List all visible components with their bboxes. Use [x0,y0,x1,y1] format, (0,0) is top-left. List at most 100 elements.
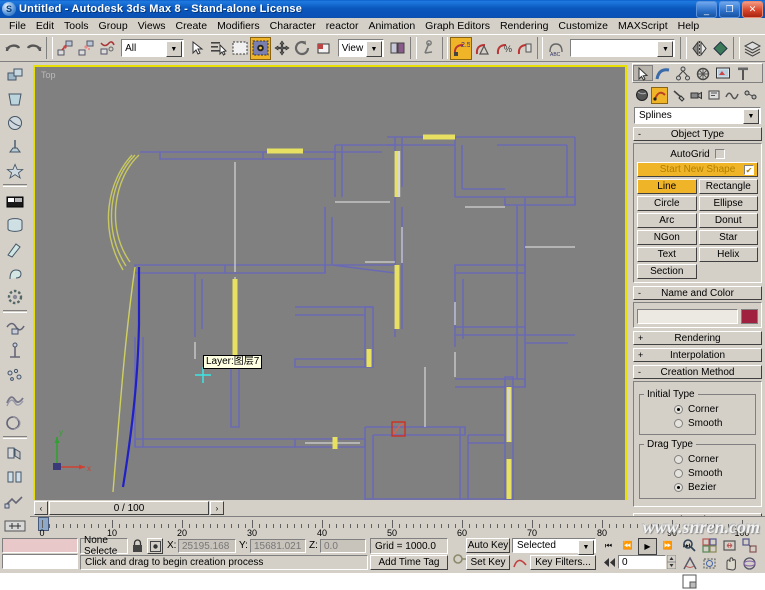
interpolation-rollout-header[interactable]: + Interpolation [633,348,762,362]
menu-item-modifiers[interactable]: Modifiers [212,19,265,33]
measure-icon[interactable] [2,489,28,512]
chevron-down-icon[interactable]: ▼ [578,540,594,555]
radio-indicator[interactable] [674,418,683,428]
shapes-category[interactable] [651,86,668,104]
systems-icon[interactable] [2,339,28,362]
creation-method-header[interactable]: - Creation Method [633,365,762,379]
radio-indicator[interactable] [674,468,683,478]
use-selection-center-icon[interactable] [250,36,272,60]
rollout-expander[interactable]: + [638,350,643,360]
menu-item-maxscript[interactable]: MAXScript [613,19,673,33]
rendering-rollout-header[interactable]: + Rendering [633,331,762,345]
object-type-text-button[interactable]: Text [637,247,697,262]
object-type-arc-button[interactable]: Arc [637,213,697,228]
select-and-move-icon[interactable] [271,37,292,60]
unlink-selection-icon[interactable] [76,37,97,60]
autogrid-row[interactable]: AutoGrid [637,147,758,161]
quick-render-icon[interactable] [2,237,28,260]
add-time-tag-button[interactable]: Add Time Tag [370,555,448,570]
spacing-tool-icon[interactable] [2,465,28,488]
z-coordinate-field[interactable]: 0.0 [320,539,366,553]
redo-icon[interactable] [23,37,44,60]
cameras-icon[interactable] [2,135,28,158]
field-of-view-button[interactable] [680,555,699,572]
select-and-manipulate-icon[interactable] [419,37,440,60]
select-object-icon[interactable] [187,37,208,60]
geometry-icon[interactable] [2,63,28,86]
pan-button[interactable] [720,555,739,572]
initial-type-smooth-radio[interactable]: Smooth [644,416,751,430]
menu-item-animation[interactable]: Animation [363,19,420,33]
menu-item-edit[interactable]: Edit [31,19,59,33]
drag-type-corner-radio[interactable]: Corner [644,452,751,466]
menu-item-views[interactable]: Views [133,19,171,33]
cameras-category[interactable] [687,87,704,104]
object-type-ngon-button[interactable]: NGon [637,230,697,245]
select-and-link-icon[interactable] [55,37,76,60]
object-type-rollout-header[interactable]: - Object Type [633,127,762,141]
rollout-expander[interactable]: - [638,288,641,298]
dynamics-icon[interactable] [2,387,28,410]
use-pivot-point-center-icon[interactable] [387,37,408,60]
render-type-icon[interactable] [2,261,28,284]
x-coordinate-field[interactable]: 25195.168 [178,539,236,553]
radio-indicator[interactable] [674,482,683,492]
rollout-expander[interactable]: - [638,129,641,139]
drag-type-smooth-radio[interactable]: Smooth [644,466,751,480]
menu-item-graph-editors[interactable]: Graph Editors [420,19,495,33]
menu-item-character[interactable]: Character [265,19,321,33]
spacewarps-category[interactable] [723,87,740,104]
helpers-icon[interactable] [2,159,28,182]
shapes-icon[interactable] [2,87,28,110]
undo-icon[interactable] [2,37,23,60]
start-new-shape-row[interactable]: Start New Shape ✔ [637,162,758,177]
arc-rotate-button[interactable] [740,555,759,572]
helpers-category[interactable] [705,87,722,104]
object-type-donut-button[interactable]: Donut [698,213,758,228]
menu-item-reactor[interactable]: reactor [321,19,364,33]
menu-item-group[interactable]: Group [94,19,133,33]
next-frame-button[interactable]: ⏩ [659,538,676,553]
utilities-tab[interactable] [733,65,753,81]
radio-indicator[interactable] [674,454,683,464]
close-button[interactable]: ✕ [742,1,763,18]
modify-tab[interactable] [653,65,673,81]
zoom-button[interactable] [680,537,699,554]
percent-snap-toggle-icon[interactable]: % [493,37,514,60]
initial-type-corner-radio[interactable]: Corner [644,402,751,416]
angle-snap-toggle-icon[interactable] [472,37,493,60]
spinner-snap-toggle-icon[interactable] [514,37,535,60]
chevron-down-icon[interactable]: ▼ [657,41,674,57]
subcategory-combo[interactable]: Splines ▼ [634,107,761,124]
bind-to-space-warp-icon[interactable] [97,37,118,60]
previous-frame-button[interactable]: ⏪ [619,538,636,553]
y-coordinate-field[interactable]: 15681.021 [250,539,306,553]
maximize-button[interactable]: ❐ [719,1,740,18]
current-frame-field[interactable]: 0 [618,555,666,569]
lights-icon[interactable] [2,111,28,134]
minimize-button[interactable]: _ [696,1,717,18]
named-selection-sets-icon[interactable]: ABC [545,37,566,60]
align-icon[interactable] [710,37,731,60]
play-animation-button[interactable]: ▶ [638,538,657,555]
key-filters-button[interactable]: Key Filters... [530,555,596,570]
lock-selection-icon[interactable] [131,539,144,553]
rollout-expander[interactable]: + [638,333,643,343]
menu-item-tools[interactable]: Tools [59,19,94,33]
display-tab[interactable] [713,65,733,81]
named-selection-set-combo[interactable]: ▼ [569,39,676,57]
start-new-shape-checkbox[interactable]: ✔ [744,165,754,175]
particles-icon[interactable] [2,363,28,386]
next-frame-arrow[interactable]: › [210,501,224,515]
motion-tab[interactable] [693,65,713,81]
object-color-swatch[interactable] [741,309,758,324]
create-tab[interactable] [633,65,653,81]
selection-filter-combo[interactable]: All ▼ [121,39,184,57]
zoom-all-button[interactable] [700,537,719,554]
chevron-down-icon[interactable]: ▼ [743,109,759,124]
auto-key-button[interactable]: Auto Key [466,538,510,553]
menu-item-rendering[interactable]: Rendering [495,19,553,33]
viewport-top[interactable]: Top y x Layer:图层7 [33,65,627,525]
lights-category[interactable] [669,87,686,104]
mirror-icon[interactable] [689,37,710,60]
